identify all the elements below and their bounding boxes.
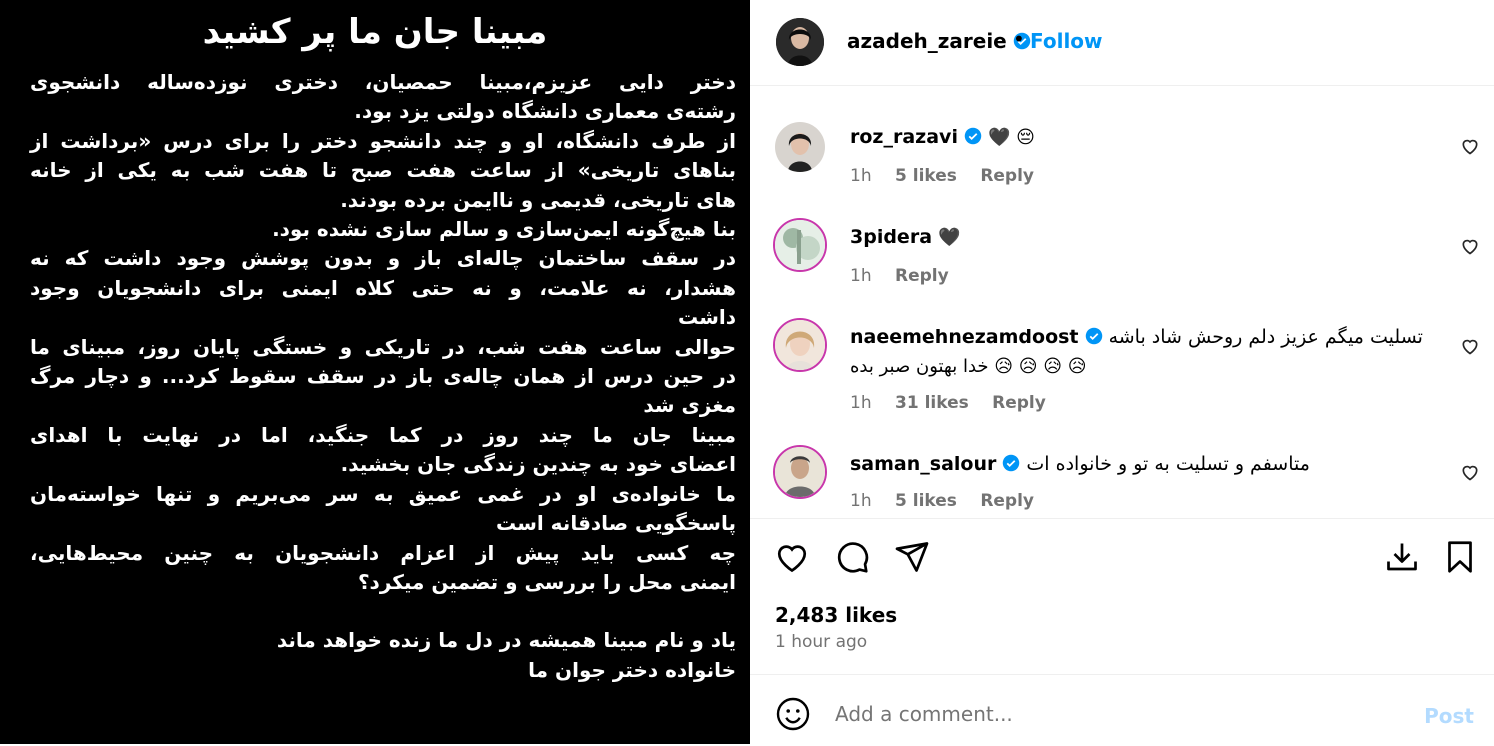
- follow-button[interactable]: Follow: [1030, 29, 1103, 53]
- likes-count[interactable]: 2,483 likes: [775, 603, 897, 627]
- comment-time: 1h: [850, 491, 872, 511]
- commenter-avatar[interactable]: [773, 318, 827, 372]
- post-text-line: یاد و نام مبینا همیشه در دل ما زنده خواه…: [276, 628, 736, 653]
- post-text-line: مبینا جان ما چند روز در کما جنگید، اما د…: [30, 422, 736, 447]
- save-icon[interactable]: [1442, 539, 1478, 575]
- post-text-line: در حین درس از همان چاله‌ی باز در سقف سقو…: [30, 364, 736, 389]
- post-text-line: خانواده دختر جوان ما: [528, 657, 736, 682]
- post-text-line: در سقف ساختمان چاله‌ای باز و بدون پوشش و…: [30, 246, 736, 271]
- post-text-line: بناهای تاریخی» از ساعت هفت صبح تا هفت شب…: [30, 158, 736, 183]
- like-comment-icon[interactable]: [1460, 236, 1480, 256]
- comment-likes[interactable]: 5 likes: [895, 166, 957, 186]
- comment-body: 🖤 😔: [988, 127, 1035, 148]
- post-text-line: ما خانواده‌ی او در غمی عمیق به سر می‌بری…: [30, 481, 736, 506]
- comment-time: 1h: [850, 393, 872, 413]
- reply-button[interactable]: Reply: [980, 166, 1034, 186]
- comment-likes[interactable]: 5 likes: [895, 491, 957, 511]
- commenter-avatar[interactable]: [773, 445, 827, 499]
- comment-text: roz_razavi 🖤 😔: [850, 123, 1035, 152]
- verified-icon: [964, 127, 982, 145]
- comment-body: متاسفم و تسلیت به تو و خانواده ات: [1026, 453, 1310, 475]
- commenter-username[interactable]: saman_salour: [850, 453, 996, 475]
- post-header: azadeh_zareie • Follow: [750, 0, 1494, 86]
- comment-meta: 1h 5 likes Reply: [850, 166, 1052, 186]
- download-icon[interactable]: [1384, 539, 1420, 575]
- post-text-line: اعضای خود به چندین زندگی جان بخشید.: [340, 452, 736, 477]
- post-text-line: رشته‌ی معماری دانشگاه دولتی یزد بود.: [354, 99, 736, 124]
- post-text-line: از طرف دانشگاه، او و چند دانشجو دختر را …: [30, 128, 736, 153]
- comment-likes[interactable]: 31 likes: [895, 393, 969, 413]
- comment-body-line2: خدا بهتون صبر بده 😥 😥 😥 😥: [850, 356, 1087, 377]
- post-time: 1 hour ago: [775, 632, 868, 652]
- reply-button[interactable]: Reply: [980, 491, 1034, 511]
- post-text-line: بنا هیچ‌گونه ایمن‌سازی و سالم سازی نشده …: [272, 217, 736, 242]
- comment-text: saman_salour متاسفم و تسلیت به تو و خانو…: [850, 450, 1310, 479]
- post-text-line: مغزی شد: [643, 393, 736, 418]
- comment-text-line2: خدا بهتون صبر بده 😥 😥 😥 😥: [850, 352, 1087, 381]
- comment-time: 1h: [850, 266, 872, 286]
- verified-icon: [1003, 454, 1020, 472]
- comment-body: تسلیت میگم عزیز دلم روحش شاد باشه: [1108, 326, 1423, 348]
- like-comment-icon[interactable]: [1460, 336, 1480, 356]
- reply-button[interactable]: Reply: [992, 393, 1046, 413]
- post-text-line: [30, 597, 736, 626]
- comment-input[interactable]: [835, 702, 1395, 726]
- comment-meta: 1h 31 likes Reply: [850, 393, 1064, 413]
- like-icon[interactable]: [774, 539, 810, 575]
- like-comment-icon[interactable]: [1460, 462, 1480, 482]
- share-icon[interactable]: [894, 539, 930, 575]
- separator-dot: •: [1013, 27, 1025, 51]
- post-text-line: حوالی ساعت هفت شب، در تاریکی و خستگی پای…: [30, 334, 736, 359]
- reply-button[interactable]: Reply: [895, 266, 949, 286]
- comment-meta: 1h 5 likes Reply: [850, 491, 1052, 511]
- post-title: مبینا جان ما پر کشید: [202, 12, 548, 52]
- comment-item: saman_salour متاسفم و تسلیت به تو و خانو…: [750, 445, 1494, 517]
- post-text-line: دختر دایی عزیزم،مبینا حمصیان، دختری نوزد…: [30, 70, 736, 94]
- comment-icon[interactable]: [834, 539, 870, 575]
- commenter-username[interactable]: naeemehnezamdoost: [850, 326, 1079, 348]
- post-text-line: ایمنی محل را بررسی و تضمین میکرد؟: [357, 569, 736, 594]
- comment-item: naeemehnezamdoost تسلیت میگم عزیز دلم رو…: [750, 318, 1494, 428]
- post-text-block: دختر دایی عزیزم،مبینا حمصیان، دختری نوزد…: [30, 68, 736, 685]
- comment-time: 1h: [850, 166, 872, 186]
- post-text-line: هشدار، نه علامت، و نه حتی کلاه ایمنی برا…: [30, 275, 736, 300]
- commenter-avatar[interactable]: [773, 218, 827, 272]
- author-username[interactable]: azadeh_zareie: [847, 29, 1031, 53]
- emoji-icon[interactable]: [775, 696, 811, 732]
- post-text-line: پاسخگویی صادقانه است: [496, 511, 736, 536]
- comment-item: roz_razavi 🖤 😔 1h 5 likes Reply: [750, 118, 1494, 198]
- like-comment-icon[interactable]: [1460, 136, 1480, 156]
- post-text-line: چه کسی باید پیش از اعزام دانشجویان به چن…: [30, 540, 736, 565]
- comment-item: 3pidera 🖤 1h Reply: [750, 218, 1494, 298]
- post-image: مبینا جان ما پر کشید دختر دایی عزیزم،مبی…: [0, 0, 750, 744]
- post-actions: 2,483 likes 1 hour ago Post: [750, 518, 1494, 745]
- author-avatar[interactable]: [776, 18, 824, 66]
- post-text-line: های تاریخی، قدیمی و ناایمن برده بودند.: [340, 187, 736, 212]
- post-comment-button[interactable]: Post: [1424, 704, 1474, 728]
- comment-meta: 1h Reply: [850, 266, 967, 286]
- commenter-username[interactable]: 3pidera: [850, 226, 932, 248]
- verified-icon: [1085, 327, 1102, 345]
- commenter-avatar[interactable]: [775, 122, 825, 172]
- comments-panel: azadeh_zareie • Follow roz_razavi 🖤 😔 1h…: [750, 0, 1494, 744]
- add-comment-bar: Post: [750, 674, 1494, 746]
- commenter-username[interactable]: roz_razavi: [850, 126, 958, 148]
- post-text-line: داشت: [678, 305, 736, 330]
- comment-text: 3pidera 🖤: [850, 223, 960, 252]
- comment-body: 🖤: [938, 227, 961, 248]
- comment-text: naeemehnezamdoost تسلیت میگم عزیز دلم رو…: [850, 323, 1423, 352]
